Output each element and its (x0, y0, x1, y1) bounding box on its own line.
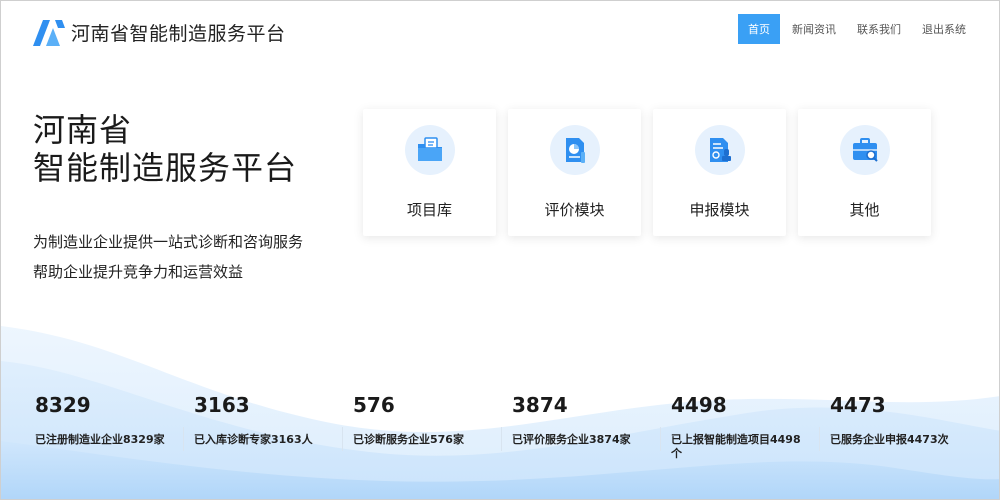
card-other[interactable]: 其他 (798, 109, 931, 236)
stat-diagnosed: 576 已诊断服务企业576家 (353, 393, 512, 471)
module-cards: 项目库 评价模块 申报模块 其他 (363, 109, 943, 236)
document-stamp-icon (709, 138, 731, 162)
nav-logout[interactable]: 退出系统 (913, 14, 975, 44)
stat-value: 3163 (194, 393, 250, 417)
stat-value: 4498 (671, 393, 727, 417)
stat-divider (660, 427, 661, 451)
nav-home[interactable]: 首页 (738, 14, 780, 44)
stat-label: 已入库诊断专家3163人 (194, 433, 313, 446)
hero-sub-line2: 帮助企业提升竞争力和运营效益 (33, 263, 244, 281)
stat-label: 已服务企业申报4473次 (830, 433, 949, 446)
stat-value: 3874 (512, 393, 568, 417)
card-label: 评价模块 (544, 201, 605, 219)
card-label: 申报模块 (689, 201, 750, 219)
stats-bar: 8329 已注册制造业企业8329家 3163 已入库诊断专家3163人 576… (1, 393, 999, 493)
briefcase-search-icon (852, 138, 878, 162)
card-icon-bg (549, 125, 600, 175)
stat-evaluated: 3874 已评价服务企业3874家 (512, 393, 671, 471)
stat-divider (819, 427, 820, 451)
top-nav: 首页 新闻资讯 联系我们 退出系统 (735, 14, 975, 44)
page-frame: 河南省智能制造服务平台 首页 新闻资讯 联系我们 退出系统 河南省 智能制造服务… (0, 0, 1000, 500)
card-label: 其他 (849, 201, 880, 219)
folder-icon (417, 137, 442, 161)
stat-value: 8329 (35, 393, 91, 417)
logo-mark-icon (33, 19, 65, 46)
stat-divider (183, 427, 184, 451)
stat-divider (342, 427, 343, 451)
stat-value: 4473 (830, 393, 886, 417)
logo-text: 河南省智能制造服务平台 (71, 23, 286, 45)
hero-title-line1: 河南省 (33, 111, 133, 149)
card-icon-bg (404, 125, 455, 175)
stat-reported-projects: 4498 已上报智能制造项目4498个 (671, 393, 830, 471)
stat-experts: 3163 已入库诊断专家3163人 (194, 393, 353, 471)
nav-contact[interactable]: 联系我们 (848, 14, 910, 44)
card-label: 项目库 (406, 201, 452, 219)
card-declaration[interactable]: 申报模块 (653, 109, 786, 236)
card-evaluation[interactable]: 评价模块 (508, 109, 641, 236)
hero-sub-line1: 为制造业企业提供一站式诊断和咨询服务 (33, 233, 304, 251)
stat-label: 已上报智能制造项目4498个 (671, 433, 801, 460)
logo[interactable]: 河南省智能制造服务平台 (33, 19, 286, 46)
card-project-library[interactable]: 项目库 (363, 109, 496, 236)
stat-served-applications: 4473 已服务企业申报4473次 (830, 393, 989, 471)
stat-value: 576 (353, 393, 395, 417)
card-icon-bg (839, 125, 890, 175)
stat-label: 已注册制造业企业8329家 (35, 433, 165, 446)
hero-title-line2: 智能制造服务平台 (33, 149, 298, 187)
document-chart-icon (565, 138, 585, 163)
card-icon-bg (694, 125, 745, 175)
stat-divider (501, 427, 502, 451)
stat-registered-enterprises: 8329 已注册制造业企业8329家 (35, 393, 194, 471)
stat-label: 已评价服务企业3874家 (512, 433, 631, 446)
hero-subtitle: 为制造业企业提供一站式诊断和咨询服务 帮助企业提升竞争力和运营效益 (33, 227, 303, 287)
stat-label: 已诊断服务企业576家 (353, 433, 464, 446)
nav-news[interactable]: 新闻资讯 (783, 14, 845, 44)
hero-title: 河南省 智能制造服务平台 (33, 111, 297, 187)
